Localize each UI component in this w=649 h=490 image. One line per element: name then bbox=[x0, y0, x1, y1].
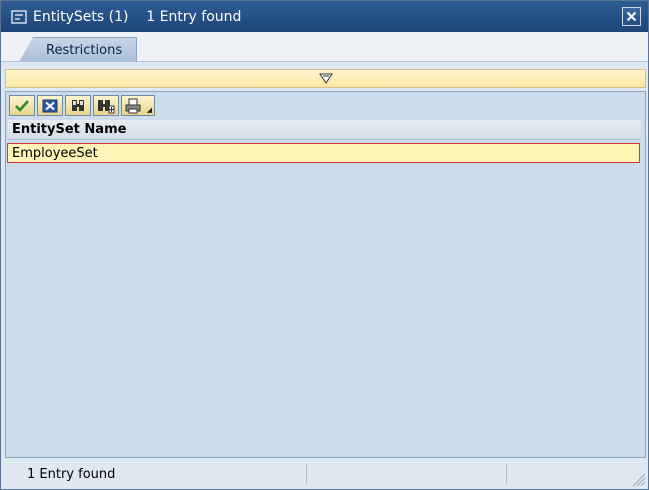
print-icon bbox=[125, 98, 141, 113]
find-icon bbox=[72, 99, 84, 111]
input-help-icon bbox=[9, 7, 29, 27]
status-segment-2 bbox=[307, 464, 507, 484]
results-area: ◢ EntitySet Name EmployeeSet bbox=[5, 91, 646, 458]
tab-label: Restrictions bbox=[46, 42, 123, 58]
continue-button[interactable] bbox=[9, 95, 35, 116]
column-header-entityset-name[interactable]: EntitySet Name bbox=[8, 120, 641, 140]
window-title: EntitySets (1) 1 Entry found bbox=[33, 8, 242, 25]
value-help-dialog: EntitySets (1) 1 Entry found Restriction… bbox=[0, 0, 649, 490]
filter-collapse-icon bbox=[318, 73, 333, 84]
restrictions-collapse-bar[interactable] bbox=[5, 69, 646, 88]
find-next-button[interactable] bbox=[93, 95, 119, 116]
resize-grip-icon[interactable] bbox=[628, 469, 646, 487]
title-bar[interactable]: EntitySets (1) 1 Entry found bbox=[1, 1, 648, 32]
close-icon bbox=[626, 11, 637, 22]
find-next-icon bbox=[98, 99, 115, 113]
cancel-button[interactable] bbox=[37, 95, 63, 116]
tab-strip: Restrictions bbox=[1, 32, 648, 62]
results-toolbar: ◢ bbox=[9, 95, 155, 117]
tab-restrictions[interactable]: Restrictions bbox=[19, 37, 138, 62]
close-button[interactable] bbox=[622, 7, 641, 26]
print-button[interactable]: ◢ bbox=[121, 95, 155, 116]
checkmark-icon bbox=[15, 99, 29, 112]
cancel-icon bbox=[42, 99, 58, 112]
table-row[interactable]: EmployeeSet bbox=[7, 143, 640, 163]
status-bar: 1 Entry found bbox=[1, 459, 648, 489]
find-button[interactable] bbox=[65, 95, 91, 116]
dropdown-arrow-icon[interactable]: ◢ bbox=[147, 106, 152, 114]
status-text: 1 Entry found bbox=[1, 464, 307, 484]
